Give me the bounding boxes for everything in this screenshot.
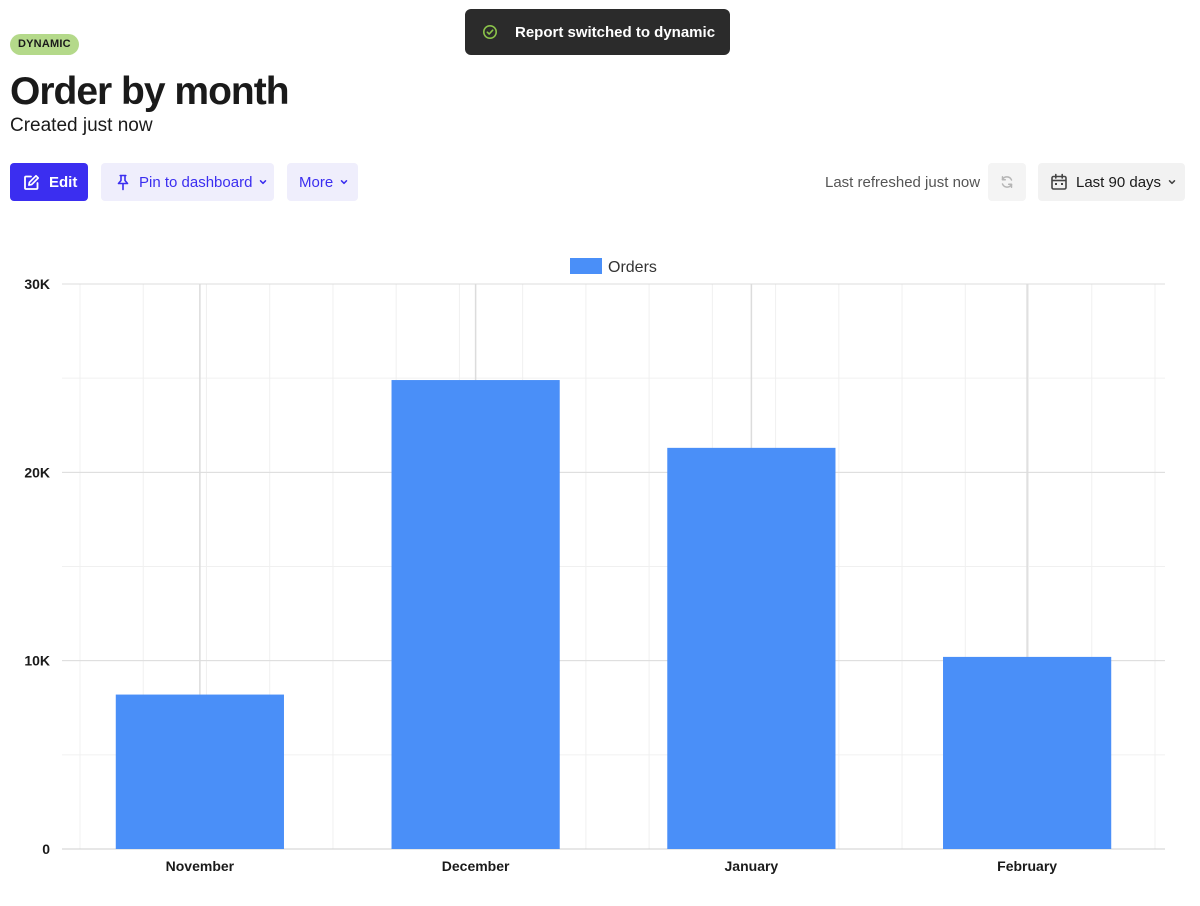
- pin-to-dashboard-button[interactable]: Pin to dashboard: [101, 163, 274, 201]
- date-range-label: Last 90 days: [1076, 173, 1162, 191]
- orders-bar-chart: 0 10K 20K 30K November December January Februar…: [24, 258, 1165, 874]
- toast-message: Report switched to dynamic: [515, 23, 716, 41]
- y-tick-label: 0: [42, 841, 50, 857]
- last-refreshed-text: Last refreshed just now: [825, 174, 981, 191]
- edit-button[interactable]: Edit: [10, 163, 88, 201]
- bar-january: [667, 447, 836, 849]
- page-title: Order by month: [10, 70, 290, 113]
- page-subtitle: Created just now: [10, 115, 153, 136]
- edit-button-label: Edit: [49, 173, 78, 191]
- chevron-down-icon: [339, 177, 349, 187]
- calendar-icon: [1050, 173, 1068, 191]
- pin-icon: [116, 174, 130, 191]
- x-tick-label: February: [997, 858, 1057, 874]
- refresh-icon: [999, 174, 1015, 190]
- refresh-button[interactable]: [988, 163, 1026, 201]
- toast-notification: Report switched to dynamic: [465, 9, 730, 55]
- x-tick-label: November: [166, 858, 235, 874]
- y-tick-label: 30K: [24, 276, 50, 292]
- bar-november: [115, 694, 284, 849]
- y-tick-label: 20K: [24, 464, 50, 480]
- more-button-label: More: [299, 173, 334, 191]
- pin-to-dashboard-label: Pin to dashboard: [139, 173, 253, 191]
- bar-february: [943, 656, 1112, 849]
- legend-label: Orders: [608, 259, 657, 276]
- bar-december: [391, 380, 560, 849]
- x-tick-label: December: [442, 858, 510, 874]
- check-circle-icon: [482, 24, 498, 40]
- legend-swatch: [570, 258, 602, 274]
- date-range-selector[interactable]: Last 90 days: [1038, 163, 1185, 201]
- edit-icon: [23, 174, 40, 191]
- chevron-down-icon: [1167, 177, 1177, 187]
- x-tick-label: January: [725, 858, 779, 874]
- status-badge: DYNAMIC: [10, 34, 79, 55]
- more-button[interactable]: More: [287, 163, 358, 201]
- chevron-down-icon: [258, 177, 268, 187]
- y-tick-label: 10K: [24, 653, 50, 669]
